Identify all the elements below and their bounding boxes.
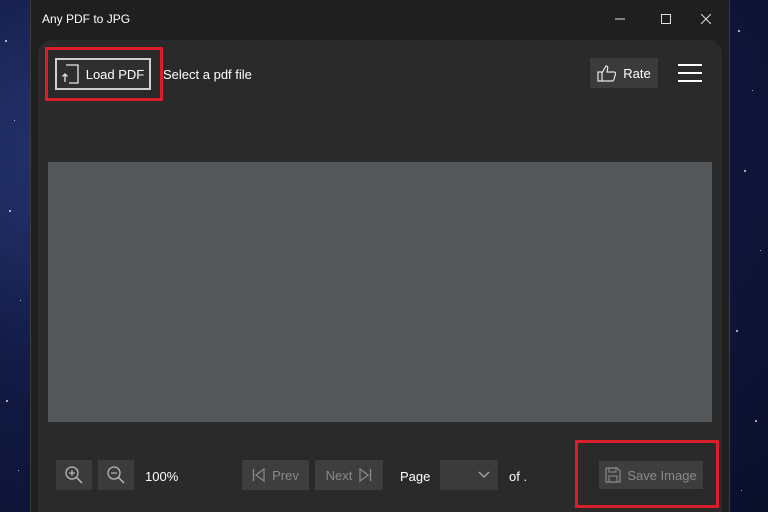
star (755, 420, 757, 422)
close-icon (701, 14, 711, 24)
star (752, 90, 753, 91)
title-bar[interactable]: Any PDF to JPG (31, 0, 729, 38)
star (14, 120, 15, 121)
close-button[interactable] (683, 0, 729, 38)
next-label: Next (325, 467, 353, 483)
load-file-icon (61, 64, 79, 84)
last-page-icon (359, 468, 372, 482)
star (760, 250, 761, 251)
page-select-dropdown[interactable] (440, 460, 498, 490)
star (744, 170, 746, 172)
star (5, 40, 7, 42)
zoom-in-icon (65, 466, 83, 484)
save-image-label: Save Image (627, 467, 697, 483)
window-title: Any PDF to JPG (42, 12, 131, 26)
minimize-icon (615, 18, 625, 20)
pdf-preview-area (48, 162, 712, 422)
prev-page-button[interactable]: Prev (242, 460, 309, 490)
save-image-button[interactable]: Save Image (599, 461, 703, 489)
zoom-out-button[interactable] (98, 460, 134, 490)
hamburger-menu-button[interactable] (678, 64, 702, 82)
main-panel: Load PDF Select a pdf file Rate 100% Pre… (38, 40, 722, 512)
load-pdf-label: Load PDF (85, 66, 145, 82)
star (738, 30, 740, 32)
rate-button[interactable]: Rate (590, 58, 658, 88)
menu-icon (678, 64, 702, 82)
maximize-icon (661, 14, 671, 24)
prev-label: Prev (272, 467, 299, 483)
save-icon (605, 467, 621, 483)
star (6, 400, 8, 402)
load-pdf-button[interactable]: Load PDF (55, 58, 151, 90)
zoom-in-button[interactable] (56, 460, 92, 490)
star (20, 300, 21, 301)
star (18, 470, 19, 471)
page-count-text: of . (509, 469, 528, 484)
star (736, 330, 738, 332)
page-label: Page (400, 469, 431, 484)
first-page-icon (252, 468, 265, 482)
thumbs-up-icon (597, 65, 617, 82)
rate-label: Rate (623, 65, 651, 81)
star (9, 210, 11, 212)
chevron-down-icon (478, 471, 490, 478)
app-window: Any PDF to JPG Load PDF Select a pdf fil… (30, 0, 730, 512)
minimize-button[interactable] (597, 0, 643, 38)
zoom-level-text: 100% (145, 469, 179, 484)
zoom-out-icon (107, 466, 125, 484)
next-page-button[interactable]: Next (315, 460, 383, 490)
star (741, 490, 742, 491)
file-status-text: Select a pdf file (163, 67, 252, 82)
